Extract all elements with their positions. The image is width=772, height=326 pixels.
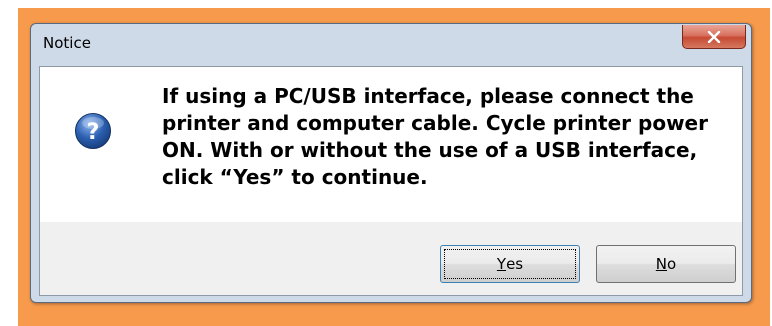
- dialog-client-area: ? If using a PC/USB interface, please co…: [39, 66, 743, 296]
- question-icon: ?: [75, 113, 111, 149]
- dialog-title: Notice: [43, 34, 91, 52]
- close-icon: [707, 30, 721, 43]
- notice-dialog: Notice ? If using a PC/USB interface, pl…: [30, 23, 752, 303]
- yes-label-rest: es: [506, 255, 524, 273]
- yes-button[interactable]: Yes: [440, 245, 580, 283]
- message-area: ? If using a PC/USB interface, please co…: [40, 67, 742, 222]
- svg-text:?: ?: [87, 120, 100, 145]
- close-button[interactable]: [682, 25, 746, 49]
- notice-message: If using a PC/USB interface, please conn…: [162, 84, 708, 189]
- no-mnemonic: N: [655, 255, 668, 273]
- no-label-rest: o: [667, 255, 677, 273]
- yes-mnemonic: Y: [496, 255, 507, 273]
- no-button[interactable]: No: [596, 245, 736, 283]
